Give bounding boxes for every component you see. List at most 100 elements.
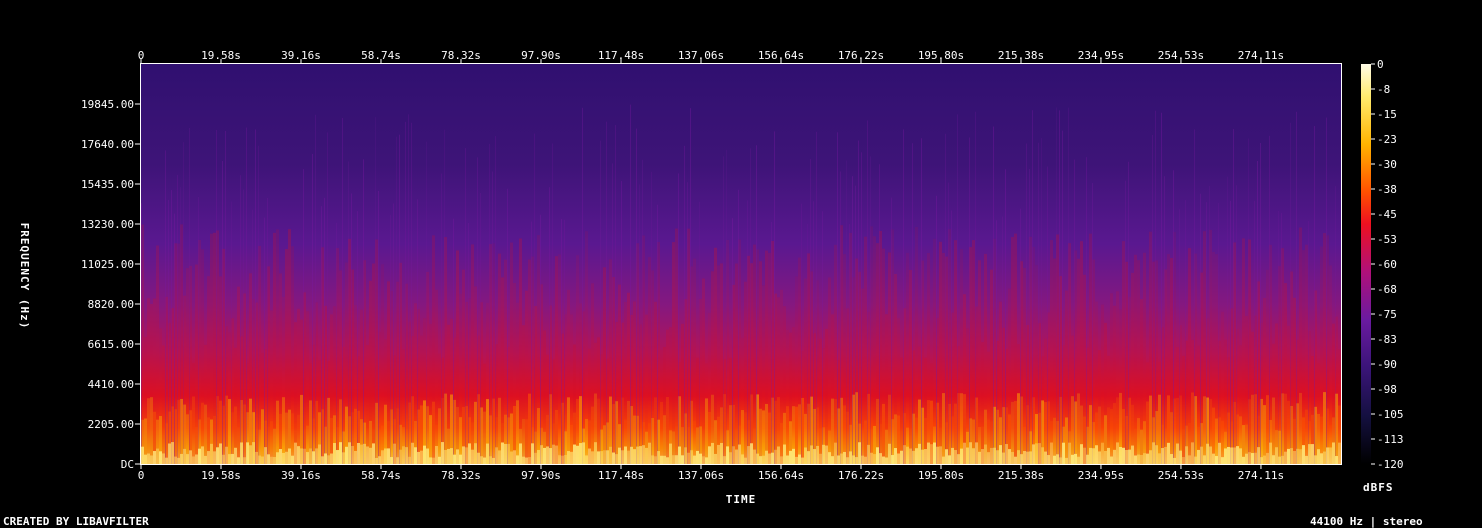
spectrogram-column: [510, 451, 513, 464]
spectrogram-column: [1197, 449, 1200, 464]
spectrogram-column: [816, 445, 819, 464]
spectrogram-column: [693, 455, 696, 464]
spectrogram-column: [237, 457, 240, 464]
spectrogram-column: [1221, 311, 1224, 464]
spectrogram-column: [798, 257, 801, 464]
spectrogram-column: [234, 347, 237, 464]
spectrogram-column: [351, 193, 352, 464]
spectrogram-column: [378, 190, 379, 464]
spectrogram-column: [144, 337, 147, 464]
spectrogram-column: [357, 443, 360, 464]
spectrogram-column: [795, 456, 798, 464]
spectrogram-column: [768, 252, 771, 464]
spectrogram-column: [891, 455, 894, 464]
spectrogram-column: [1062, 130, 1063, 464]
spectrogram-column: [987, 351, 990, 464]
spectrogram-column: [870, 156, 871, 464]
spectrogram-column: [1314, 126, 1315, 464]
spectrogram-column: [696, 450, 699, 464]
spectrogram-column: [519, 443, 522, 464]
spectrogram-column: [315, 448, 318, 464]
spectrogram-column: [1293, 297, 1296, 464]
spectrogram-column: [471, 449, 474, 464]
spectrogram-column: [726, 149, 727, 464]
x-tick-label-top: 176.22s: [838, 49, 884, 62]
spectrogram-column: [309, 448, 312, 464]
colorbar-tick-label: -90: [1377, 358, 1397, 371]
spectrogram-column: [192, 456, 195, 464]
spectrogram-column: [969, 137, 970, 464]
colorbar-tick-label: -113: [1377, 433, 1404, 446]
spectrogram-column: [1296, 111, 1297, 464]
spectrogram-column: [537, 235, 540, 464]
spectrogram-column: [351, 446, 354, 464]
spectrogram-column: [1023, 267, 1026, 464]
spectrogram-column: [192, 362, 195, 464]
spectrogram-column: [1110, 456, 1113, 464]
spectrogram-column: [564, 455, 567, 464]
spectrogram-column: [1038, 443, 1041, 464]
spectrogram-column: [1236, 185, 1237, 464]
spectrogram-column: [765, 250, 768, 464]
spectrogram-column: [900, 357, 903, 464]
spectrogram-column: [843, 254, 846, 464]
spectrogram-column: [222, 454, 225, 464]
spectrogram-column: [1077, 456, 1080, 464]
spectrogram-column: [1047, 166, 1048, 464]
spectrogram-column: [303, 448, 306, 464]
spectrogram-column: [972, 240, 975, 464]
x-tick-label-top: 78.32s: [441, 49, 481, 62]
spectrogram-column: [744, 281, 747, 464]
spectrogram-column: [177, 174, 178, 464]
spectrogram-column: [420, 335, 423, 464]
spectrogram-column: [1308, 221, 1309, 464]
x-tick-label-top: 137.06s: [678, 49, 724, 62]
spectrogram-column: [252, 442, 255, 464]
spectrogram-column: [663, 346, 666, 464]
spectrogram-column: [1335, 456, 1338, 464]
spectrogram-column: [1095, 445, 1098, 464]
colorbar-tick-label: 0: [1377, 58, 1384, 71]
spectrogram-column: [327, 132, 328, 464]
spectrogram-column: [1278, 456, 1281, 464]
spectrogram-column: [1155, 445, 1158, 464]
spectrogram-column: [246, 127, 247, 464]
spectrogram-column: [942, 456, 945, 464]
spectrogram-column: [585, 455, 588, 464]
spectrogram-column: [1227, 176, 1228, 464]
spectrogram-column: [954, 240, 957, 464]
spectrogram-column: [855, 457, 858, 464]
spectrogram-column: [204, 344, 207, 464]
spectrogram-column: [1101, 442, 1104, 464]
spectrogram-column: [174, 456, 177, 464]
spectrogram-column: [753, 449, 756, 464]
spectrogram-column: [609, 259, 612, 464]
spectrogram-column: [774, 131, 775, 464]
spectrogram-column: [162, 453, 165, 464]
x-axis-label: TIME: [726, 493, 757, 506]
spectrogram-column: [1155, 110, 1156, 464]
spectrogram-column: [627, 450, 630, 464]
spectrogram-column: [231, 201, 232, 464]
spectrogram-column: [984, 253, 987, 464]
spectrogram-column: [186, 454, 189, 464]
spectrogram-column: [207, 451, 210, 464]
spectrogram-column: [861, 455, 864, 464]
spectrogram-column: [1317, 363, 1320, 464]
spectrogram-column: [204, 455, 207, 464]
spectrogram-column: [366, 446, 369, 464]
spectrogram-column: [1257, 160, 1258, 464]
spectrogram-column: [936, 446, 939, 464]
spectrogram-column: [744, 457, 747, 464]
spectrogram-column: [1302, 445, 1305, 464]
spectrogram-column: [1065, 457, 1068, 464]
spectrogram-column: [288, 229, 291, 464]
spectrogram-column: [1164, 176, 1165, 464]
spectrogram-column: [771, 221, 772, 464]
spectrogram-column: [657, 204, 658, 464]
spectrogram-column: [249, 445, 252, 464]
spectrogram-column: [882, 456, 885, 464]
spectrogram-column: [678, 446, 681, 464]
spectrogram-column: [402, 446, 405, 464]
spectrogram-column: [1338, 442, 1341, 464]
